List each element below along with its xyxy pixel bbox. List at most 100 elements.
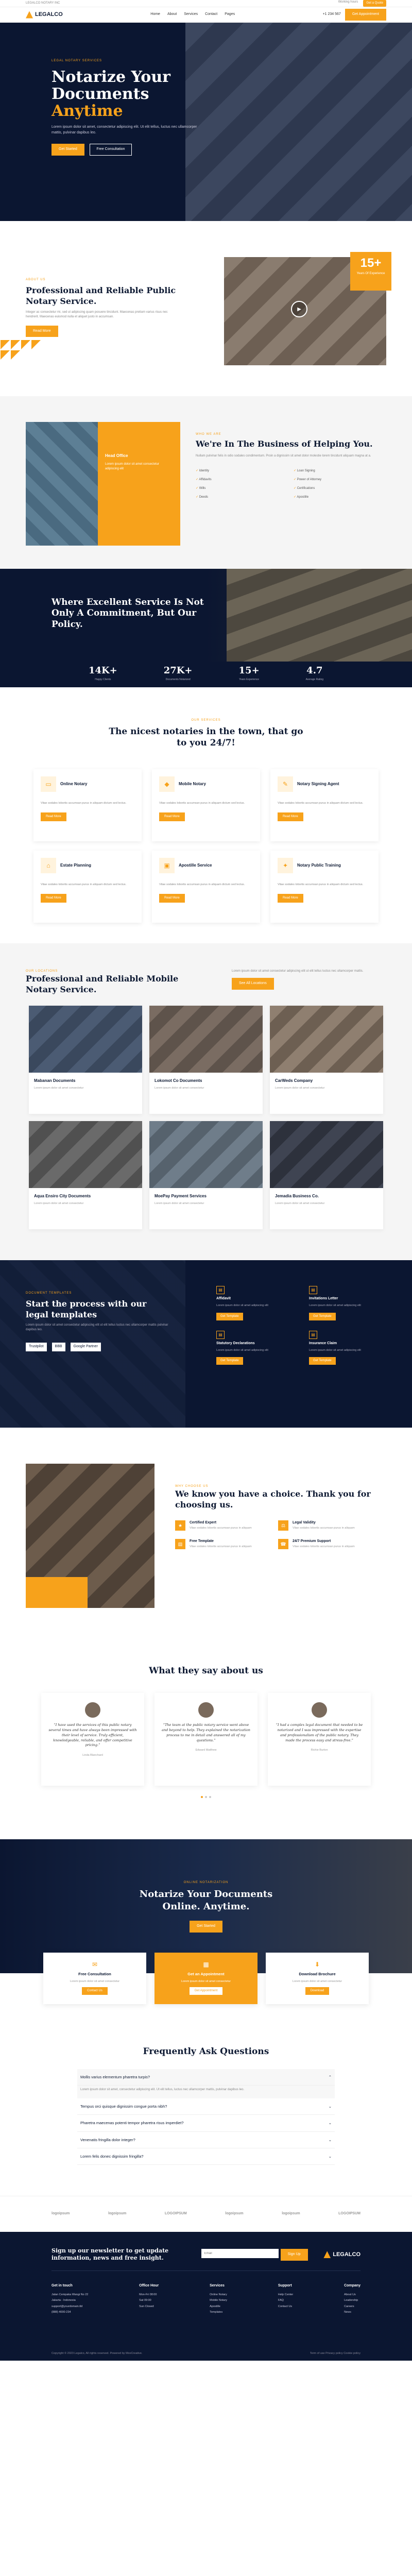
location-card[interactable]: MoePay Payment Services Lorem ipsum dolor… bbox=[149, 1121, 263, 1229]
see-locations-button[interactable]: See All Locations bbox=[232, 978, 274, 990]
nav-item-pages[interactable]: Pages bbox=[225, 12, 235, 18]
location-card[interactable]: Mabanan Documents Lorem ipsum dolor sit a… bbox=[29, 1005, 142, 1114]
locations-grid: Mabanan Documents Lorem ipsum dolor sit a… bbox=[0, 1005, 412, 1229]
card-button[interactable]: Download bbox=[305, 1987, 330, 1995]
footer-link[interactable]: FAQ bbox=[278, 2298, 293, 2302]
footer-link[interactable]: News bbox=[344, 2310, 360, 2314]
download-icon: ⬇ bbox=[314, 1961, 320, 1969]
quote-link[interactable]: Get a Quote bbox=[363, 0, 386, 7]
online-card: ⬇ Download Brochure Lorem ipsum dolor sit … bbox=[266, 1953, 369, 2005]
office-image: Head Office Lorem ipsum dolor sit amet co… bbox=[26, 422, 180, 546]
get-started-button[interactable]: Get Started bbox=[52, 144, 84, 156]
working-hours: Working hours bbox=[338, 1, 358, 4]
footer-link[interactable]: Contact Us bbox=[278, 2304, 293, 2309]
templates-desc: Lorem ipsum dolor sit amet consectetur a… bbox=[26, 1324, 168, 1332]
play-icon[interactable]: ▶ bbox=[291, 301, 308, 317]
nav-item-services[interactable]: Services bbox=[184, 12, 198, 18]
online-cards: ✉ Free Consultation Lorem ipsum dolor sit … bbox=[0, 1953, 412, 2005]
chevron-down-icon: ⌄ bbox=[328, 2154, 332, 2159]
service-read-more-button[interactable]: Read More bbox=[159, 812, 185, 822]
footer-link[interactable]: Careers bbox=[344, 2304, 360, 2309]
footer-logo[interactable]: LEGALCO bbox=[323, 2250, 360, 2259]
quote-title: Where Excellent Service Is Not Only A Co… bbox=[52, 597, 204, 630]
get-template-button[interactable]: Get Template bbox=[216, 1357, 243, 1365]
consultation-button[interactable]: Free Consultation bbox=[90, 144, 132, 156]
legal-links[interactable]: Term of use Privacy policy Cookie policy bbox=[310, 2351, 360, 2355]
car-icon: ◆ bbox=[159, 776, 175, 792]
template-item: ▤ Invitations Letter Lorem ipsum dolor sit… bbox=[309, 1285, 391, 1320]
business-section: Head Office Lorem ipsum dolor sit amet co… bbox=[0, 396, 412, 569]
footer-link[interactable]: Help Center bbox=[278, 2293, 293, 2297]
trustpilot-badge: Trustpilot bbox=[26, 1343, 47, 1351]
faq-item[interactable]: Venenatis fringilla dolor integer? ⌄ bbox=[77, 2132, 335, 2148]
service-read-more-button[interactable]: Read More bbox=[159, 894, 185, 903]
newsletter-signup-button[interactable]: Sign Up bbox=[280, 2249, 308, 2261]
footer-col-company: Company About Us Leadership Careers News bbox=[344, 2283, 360, 2314]
faq-answer: Lorem ipsum dolor sit amet, consectetur … bbox=[77, 2086, 335, 2099]
nav-item-contact[interactable]: Contact bbox=[205, 12, 217, 18]
card-button[interactable]: Contact Us bbox=[82, 1987, 108, 1995]
service-read-more-button[interactable]: Read More bbox=[278, 894, 303, 903]
faq-item[interactable]: Mollis varius elementum pharetra turpis?… bbox=[77, 2069, 335, 2086]
list-item: Apostille bbox=[294, 495, 381, 500]
partner-logo: logoipsum bbox=[108, 2212, 127, 2216]
footer-columns: Get in touch Jalan Cempaka Wangi No 22 Jak… bbox=[52, 2283, 360, 2316]
office-panel: Head Office Lorem ipsum dolor sit amet co… bbox=[98, 422, 180, 546]
faq-item[interactable]: Lorem felis donec dignissim fringilla? ⌄ bbox=[77, 2148, 335, 2165]
location-card[interactable]: Lokomot Co Documents Lorem ipsum dolor si… bbox=[149, 1005, 263, 1114]
nav-item-home[interactable]: Home bbox=[150, 12, 160, 18]
card-button[interactable]: Get Appointment bbox=[189, 1987, 223, 1995]
location-photo bbox=[149, 1005, 263, 1073]
about-read-more-button[interactable]: Read More bbox=[26, 325, 58, 337]
biz-tag: WHO WE ARE bbox=[196, 433, 221, 436]
footer-link[interactable]: About Us bbox=[344, 2293, 360, 2297]
nav-phone[interactable]: +1 234 567 bbox=[323, 12, 341, 18]
house-icon: ⌂ bbox=[41, 858, 56, 874]
hero-tag: LEGAL NOTARY SERVICES bbox=[52, 59, 102, 62]
location-card[interactable]: Aqua Ensiro City Documents Lorem ipsum do… bbox=[29, 1121, 142, 1229]
logo[interactable]: LEGALCO bbox=[26, 10, 63, 19]
service-read-more-button[interactable]: Read More bbox=[41, 894, 66, 903]
choice-image bbox=[26, 1463, 154, 1608]
newsletter-email-input[interactable] bbox=[201, 2249, 279, 2259]
experience-badge: 15+ Years Of Experience bbox=[350, 252, 391, 291]
top-bar: LEGALCO NOTARY INC Working hours Get a Q… bbox=[0, 0, 412, 7]
online-get-started-button[interactable]: Get Started bbox=[190, 1921, 222, 1933]
get-template-button[interactable]: Get Template bbox=[309, 1312, 336, 1320]
footer-col-services: Services Online Notary Mobile Notary Aposti… bbox=[210, 2283, 228, 2314]
faq-item[interactable]: Pharetra maecenas potenti tempor pharetr… bbox=[77, 2115, 335, 2132]
footer-link[interactable]: Mobile Notary bbox=[210, 2298, 227, 2302]
newsletter: Sign up our newsletter to get update inf… bbox=[52, 2247, 360, 2271]
stamp-icon: ▣ bbox=[159, 858, 175, 874]
signature-icon: ✎ bbox=[278, 776, 293, 792]
footer-link[interactable]: Online Notary bbox=[210, 2293, 227, 2297]
testimonial-card: “I have used the services of this public… bbox=[41, 1693, 144, 1786]
hero-desc: Lorem ipsum dolor sit amet, consectetur … bbox=[52, 125, 197, 134]
faq-title: Frequently Ask Questions bbox=[143, 2046, 269, 2057]
carousel-dots[interactable] bbox=[0, 1796, 412, 1799]
footer-link[interactable]: Templates bbox=[210, 2310, 227, 2314]
services-title: The nicest notaries in the town, that go… bbox=[109, 726, 303, 749]
location-card[interactable]: CarWeds Company Lorem ipsum dolor sit ame… bbox=[270, 1005, 383, 1114]
footer-link[interactable]: Leadership bbox=[344, 2298, 360, 2302]
online-card: ▦ Get an Appointment Lorem ipsum dolor sit… bbox=[154, 1953, 258, 2005]
mobile-notary-section: OUR LOCATIONS Professional and Reliable M… bbox=[0, 943, 412, 1260]
get-template-button[interactable]: Get Template bbox=[216, 1312, 243, 1320]
location-card[interactable]: Jemadia Business Co. Lorem ipsum dolor si… bbox=[270, 1121, 383, 1229]
nav-item-about[interactable]: About bbox=[167, 12, 177, 18]
about-title: Professional and Reliable Public Notary … bbox=[26, 285, 176, 306]
footer-link[interactable]: Apostille bbox=[210, 2304, 227, 2309]
list-item: Certifications bbox=[294, 486, 381, 491]
nav-cta-button[interactable]: Get Appointment bbox=[345, 9, 386, 21]
service-read-more-button[interactable]: Read More bbox=[278, 812, 303, 822]
chevron-down-icon: ⌄ bbox=[328, 2121, 332, 2126]
faq-item[interactable]: Tempus orci quisque dignissim congue por… bbox=[77, 2098, 335, 2115]
template-item: ▤ Insurance Claim Lorem ipsum dolor sit am… bbox=[309, 1330, 391, 1365]
calendar-icon: ▦ bbox=[203, 1961, 209, 1969]
avatar bbox=[312, 1702, 327, 1718]
testimonials-section: What they say about us “I have used the … bbox=[0, 1633, 412, 1840]
quote-section: Where Excellent Service Is Not Only A Co… bbox=[0, 569, 412, 662]
service-read-more-button[interactable]: Read More bbox=[41, 812, 66, 822]
get-template-button[interactable]: Get Template bbox=[309, 1357, 336, 1365]
mobile-title: Professional and Reliable Mobile Notary … bbox=[26, 974, 179, 994]
